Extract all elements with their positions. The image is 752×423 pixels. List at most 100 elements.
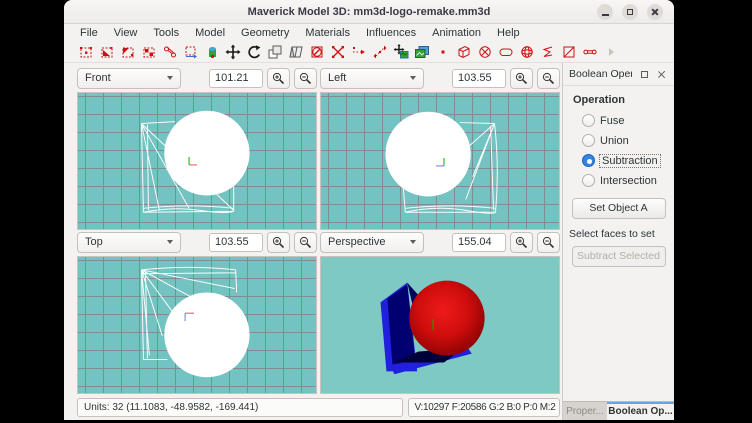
window-controls	[597, 4, 663, 20]
snap-together-icon[interactable]	[351, 44, 367, 60]
zoom-out-button-left[interactable]	[537, 68, 560, 89]
create-plane-icon[interactable]	[561, 44, 577, 60]
maximize-icon	[627, 9, 633, 15]
magnifier-minus-icon	[299, 72, 312, 85]
set-object-a-button[interactable]: Set Object A	[572, 198, 666, 219]
view-selector-front[interactable]: Front	[77, 68, 181, 89]
zoom-in-button-perspective[interactable]	[510, 232, 533, 253]
status-model-stats: V:10297 F:20586 G:2 B:0 P:0 M:2	[408, 398, 560, 417]
create-cube-icon[interactable]	[456, 44, 472, 60]
operation-label: Operation	[573, 94, 674, 106]
viewport-workspace: Front	[64, 63, 562, 420]
radio-circle-icon	[582, 134, 595, 147]
radio-circle-icon	[582, 174, 595, 187]
chevron-down-icon	[410, 240, 416, 244]
close-icon	[658, 70, 666, 78]
zoom-in-button-top[interactable]	[267, 232, 290, 253]
zoom-out-button-front[interactable]	[294, 68, 317, 89]
magnifier-plus-icon	[272, 236, 285, 249]
panel-float-button[interactable]	[638, 68, 650, 80]
titlebar[interactable]: Maverick Model 3D: mm3d-logo-remake.mm3d	[64, 0, 674, 24]
menu-animation[interactable]: Animation	[424, 26, 489, 40]
select-projections-icon[interactable]	[204, 44, 220, 60]
chevron-down-icon	[167, 240, 173, 244]
select-points-icon[interactable]	[183, 44, 199, 60]
viewport-cell-perspective: Perspective	[320, 230, 560, 394]
tab-properties[interactable]: Proper...	[563, 402, 607, 420]
move-background-image-icon[interactable]	[393, 44, 409, 60]
create-cylinder-icon[interactable]	[498, 44, 514, 60]
zoom-out-button-perspective[interactable]	[537, 232, 560, 253]
maximize-button[interactable]	[622, 4, 638, 20]
extrude-icon[interactable]	[267, 44, 283, 60]
select-groups-icon[interactable]	[141, 44, 157, 60]
view-selector-left-value: Left	[328, 72, 346, 84]
zoom-level-input-front[interactable]	[209, 69, 263, 88]
select-vertices-icon[interactable]	[78, 44, 94, 60]
toolbar-overflow-icon[interactable]	[603, 44, 619, 60]
view-selector-front-value: Front	[85, 72, 111, 84]
zoom-in-button-left[interactable]	[510, 68, 533, 89]
create-torus-icon[interactable]	[540, 44, 556, 60]
radio-subtraction[interactable]: Subtraction	[582, 154, 674, 167]
zoom-level-input-perspective[interactable]	[452, 233, 506, 252]
main-area: Front	[64, 63, 674, 420]
menu-influences[interactable]: Influences	[358, 26, 424, 40]
chevron-down-icon	[167, 76, 173, 80]
chevron-down-icon	[410, 76, 416, 80]
select-bone-joints-icon[interactable]	[162, 44, 178, 60]
tab-boolean-operation[interactable]: Boolean Op...	[607, 402, 674, 420]
viewport-front[interactable]	[77, 92, 317, 230]
perspective-view-canvas	[321, 257, 559, 393]
zoom-level-input-top[interactable]	[209, 233, 263, 252]
create-vertex-icon[interactable]	[435, 44, 451, 60]
minimize-button[interactable]	[597, 4, 613, 20]
view-selector-perspective[interactable]: Perspective	[320, 232, 424, 253]
delete-faces-icon[interactable]	[309, 44, 325, 60]
viewport-perspective[interactable]	[320, 256, 560, 394]
radio-fuse-label: Fuse	[600, 115, 624, 127]
create-sphere-icon[interactable]	[477, 44, 493, 60]
create-geosphere-icon[interactable]	[519, 44, 535, 60]
move-icon[interactable]	[225, 44, 241, 60]
view-selector-left[interactable]: Left	[320, 68, 424, 89]
status-units: Units: 32 (11.1083, -48.9582, -169.441)	[77, 398, 403, 417]
select-faces-icon[interactable]	[99, 44, 115, 60]
zoom-level-input-left[interactable]	[452, 69, 506, 88]
top-view-canvas	[78, 257, 316, 393]
radio-union[interactable]: Union	[582, 134, 674, 147]
menu-help[interactable]: Help	[489, 26, 528, 40]
menu-view[interactable]: View	[106, 26, 146, 40]
create-bone-joint-icon[interactable]	[582, 44, 598, 60]
front-view-canvas	[78, 93, 316, 229]
radio-subtraction-label: Subtraction	[600, 155, 660, 167]
viewport-cell-top: Top	[77, 230, 317, 394]
close-button[interactable]	[647, 4, 663, 20]
radio-fuse[interactable]: Fuse	[582, 114, 674, 127]
viewport-cell-left: Left	[320, 66, 560, 230]
toolbar	[64, 42, 674, 63]
magnifier-plus-icon	[515, 72, 528, 85]
zoom-in-button-front[interactable]	[267, 68, 290, 89]
radio-intersection[interactable]: Intersection	[582, 174, 674, 187]
panel-close-button[interactable]	[656, 68, 668, 80]
weld-vertices-icon[interactable]	[330, 44, 346, 60]
viewport-left[interactable]	[320, 92, 560, 230]
menu-model[interactable]: Model	[187, 26, 233, 40]
background-images-icon[interactable]	[414, 44, 430, 60]
menu-tools[interactable]: Tools	[145, 26, 187, 40]
view-selector-top[interactable]: Top	[77, 232, 181, 253]
menu-materials[interactable]: Materials	[297, 26, 358, 40]
menu-file[interactable]: File	[72, 26, 106, 40]
menu-geometry[interactable]: Geometry	[233, 26, 297, 40]
select-connected-icon[interactable]	[120, 44, 136, 60]
zoom-out-button-top[interactable]	[294, 232, 317, 253]
minimize-icon	[602, 14, 609, 16]
shear-icon[interactable]	[288, 44, 304, 60]
left-view-canvas	[321, 93, 559, 229]
rotate-icon[interactable]	[246, 44, 262, 60]
viewport-top[interactable]	[77, 256, 317, 394]
panel-title: Boolean Operation	[569, 68, 632, 80]
scale-icon[interactable]	[372, 44, 388, 60]
viewport-cell-front: Front	[77, 66, 317, 230]
